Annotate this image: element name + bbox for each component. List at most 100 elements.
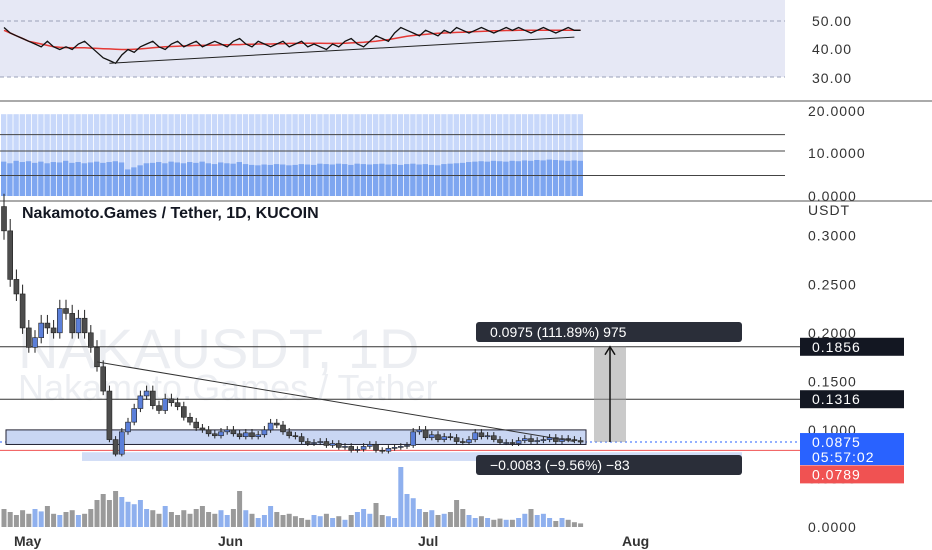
oscillator-bar [397, 164, 404, 196]
oscillator-bar [87, 162, 94, 196]
resistance-price-label: 0.1856 [812, 339, 861, 355]
time-label-jun: Jun [218, 533, 243, 549]
oscillator-bar [521, 160, 528, 196]
volume-bar [565, 519, 571, 527]
candle-body [19, 293, 26, 329]
oscillator-bar [75, 162, 81, 196]
oscillator-bar [571, 160, 577, 196]
oscillator-bar [503, 161, 509, 196]
oscillator-bar [515, 161, 521, 196]
oscillator-bar [292, 164, 298, 196]
oscillator-bar [143, 163, 149, 196]
oscillator-bar [100, 162, 106, 196]
volume-bar [162, 506, 168, 527]
candle-body [472, 432, 479, 440]
oscillator-bar [323, 164, 329, 196]
candle-body [422, 429, 429, 438]
volume-bar [348, 515, 354, 527]
volume-bar [224, 515, 230, 527]
candle-body [249, 432, 255, 437]
oscillator-bar [304, 164, 311, 196]
oscillator-bar [81, 163, 87, 196]
candle-body [25, 327, 32, 348]
candle-body [255, 434, 261, 437]
candle-body [236, 433, 243, 437]
candle-body [199, 427, 206, 431]
volume-bar [113, 491, 119, 527]
volume-bar [286, 513, 292, 527]
candle-body [230, 429, 237, 435]
oscillator-bar [317, 163, 323, 196]
oscillator-bar [94, 161, 100, 196]
oscillator-bar [280, 164, 286, 196]
oscillator-bar [410, 163, 416, 196]
trading-chart[interactable]: 50.00 40.00 30.00 20.0000 10.0000 0.0000… [0, 0, 932, 550]
candle-body [428, 434, 435, 438]
volume-bar [137, 500, 143, 527]
candle-body [515, 440, 522, 444]
oscillator-bar [459, 162, 466, 196]
volume-bar [547, 518, 553, 527]
oscillator-bar [236, 162, 242, 196]
oscillator-bar [329, 164, 335, 196]
volume-bar [466, 515, 472, 527]
candle-body [187, 416, 193, 423]
candle-body [137, 395, 144, 409]
volume-bar [255, 518, 261, 527]
candle-body [81, 317, 88, 334]
volume-bar [199, 506, 205, 527]
measure-down-label: −0.0083 (−9.56%) −83 [490, 457, 630, 473]
candle-body [484, 435, 491, 438]
candle-body [156, 405, 162, 411]
oscillator-bar [540, 160, 546, 196]
volume-bar [212, 513, 218, 527]
oscillator-bar [38, 161, 44, 196]
volume-bar [311, 515, 317, 527]
oscillator-bar [1, 161, 7, 196]
oscillator-bar [249, 164, 255, 196]
oscillator-bar [354, 163, 360, 196]
volume-bar [435, 515, 441, 527]
oscillator-bar [373, 164, 379, 196]
candle-body [528, 438, 534, 442]
candle-body [416, 429, 423, 433]
candle-body [441, 436, 448, 440]
oscillator-bar [335, 163, 342, 196]
oscillator-bar [422, 164, 428, 196]
candle-body [404, 445, 410, 447]
volume-bar [7, 512, 13, 527]
price-tick: 0.1500 [808, 373, 857, 389]
candle-body [243, 432, 249, 437]
candle-body [329, 443, 336, 446]
candle-body [366, 444, 373, 447]
oscillator-bar [273, 164, 280, 196]
candle-body [38, 322, 45, 338]
candle-body [397, 446, 404, 448]
oscillator-bar [428, 164, 435, 196]
volume-bar [441, 513, 447, 527]
volume-bar [13, 515, 19, 527]
volume-bar [392, 518, 398, 527]
oscillator-bar [168, 161, 174, 196]
candle-body [218, 431, 224, 437]
volume-bar [150, 510, 156, 527]
oscillator-bar [7, 163, 13, 196]
oscillator-bar [416, 164, 422, 196]
candle-body [181, 406, 187, 418]
candle-body [75, 317, 82, 334]
oscillator-bar [156, 162, 162, 196]
volume-bar [429, 510, 435, 527]
candle-body [50, 327, 57, 334]
volume-bar [540, 513, 546, 527]
volume-bar [528, 509, 534, 527]
candle-body [509, 442, 516, 444]
oscillator-bar [118, 162, 125, 196]
candle-body [391, 447, 398, 449]
volume-bar [193, 509, 199, 527]
candle-body [571, 439, 578, 441]
osc-tick-10: 10.0000 [808, 145, 866, 161]
candle-body [298, 436, 305, 442]
volume-bar [516, 518, 522, 527]
volume-bar [57, 515, 63, 527]
candle-body [286, 431, 293, 437]
